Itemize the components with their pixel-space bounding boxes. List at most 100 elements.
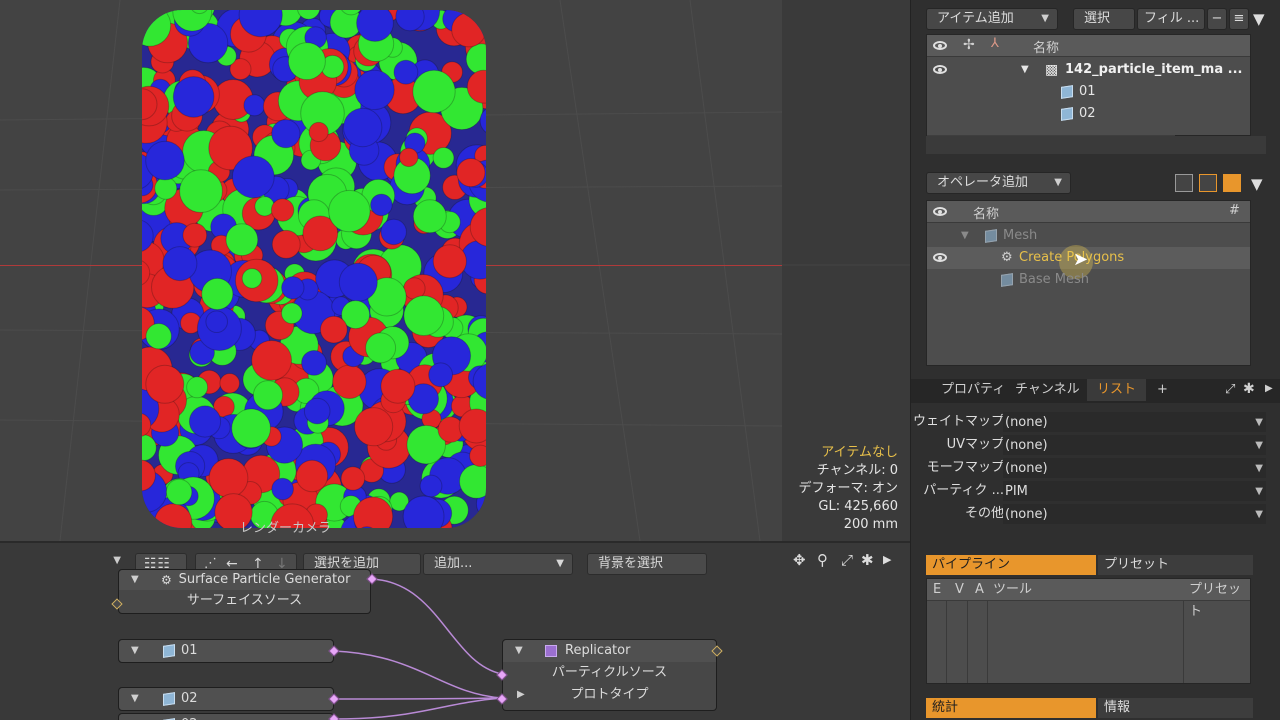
operator-view-icon[interactable] xyxy=(1175,174,1193,192)
node-header[interactable]: ▼ 01 xyxy=(119,640,333,662)
expand-right-icon[interactable]: ▶ xyxy=(1265,383,1273,394)
property-morph-map[interactable]: モーフマップ (none) ▼ xyxy=(911,457,1271,479)
lock-icon[interactable]: ✢ xyxy=(963,37,975,53)
tab-preset[interactable]: プリセット xyxy=(1098,555,1253,575)
name-column-header: 名称 xyxy=(1033,41,1060,56)
tab-list[interactable]: リスト xyxy=(1087,379,1147,401)
node-editor[interactable]: ▼ ☷☷ ⋰ ← ↑ ↓ 選択を追加 追加... ▼ 背景を選択 ✥ ⚲ ⤢ ✱… xyxy=(0,541,910,720)
filter-funnel-icon[interactable]: ▼ xyxy=(1253,10,1265,28)
property-particle-map[interactable]: パーティク ... PIM ▼ xyxy=(911,480,1271,502)
select-button[interactable]: 選択 xyxy=(1073,8,1135,30)
node-header[interactable]: ▼ 02 xyxy=(119,688,333,710)
move-icon[interactable]: ✥ xyxy=(793,551,806,569)
item-list-header: ✢ ⅄ 名称 xyxy=(927,35,1250,57)
expand-icon[interactable]: ⤢ xyxy=(1225,382,1235,397)
tab-statistics[interactable]: 統計 xyxy=(926,698,1096,718)
add-node-dropdown[interactable]: 追加... ▼ xyxy=(423,553,573,575)
node-view-tools[interactable]: ✥ ⚲ ⤢ ✱ ▶ xyxy=(793,551,903,573)
property-label: ウェイトマップ xyxy=(912,414,1004,429)
item-node-01[interactable]: ▼ 01 xyxy=(118,639,334,663)
zoom-icon[interactable]: ⚲ xyxy=(817,551,828,569)
collapse-triangle-icon[interactable]: ▼ xyxy=(131,640,139,662)
tab-properties[interactable]: プロパティ xyxy=(931,379,1015,401)
node-header[interactable]: ▼ Replicator xyxy=(503,640,716,662)
add-operator-dropdown[interactable]: オペレータ追加 ▼ xyxy=(926,172,1071,194)
deformers-text: デフォーマ: オン xyxy=(798,481,898,496)
property-dropdown[interactable]: (none) ▼ xyxy=(1003,458,1266,478)
fit-icon[interactable]: ⤢ xyxy=(841,551,853,569)
expand-triangle-icon[interactable]: ▼ xyxy=(1021,59,1029,81)
node-header[interactable]: ▼ 02 xyxy=(119,714,333,720)
node-title: 02 xyxy=(181,691,198,706)
property-uv-map[interactable]: UVマップ (none) ▼ xyxy=(911,434,1271,456)
collapse-triangle-icon[interactable]: ▼ xyxy=(131,714,139,720)
node-input-row[interactable]: ▶ プロトタイプ xyxy=(503,684,716,706)
node-title: 02 xyxy=(181,714,198,720)
gear-icon: ⚙ xyxy=(1001,250,1013,265)
gear-icon[interactable]: ✱ xyxy=(1243,381,1255,397)
node-header[interactable]: ▼ ⚙ Surface Particle Generator xyxy=(119,570,370,590)
pipeline-header: E V A ツール プリセット xyxy=(927,579,1250,619)
list-button[interactable]: ≡ xyxy=(1229,8,1249,30)
item-row[interactable]: 02 xyxy=(927,103,1250,125)
3d-viewport[interactable]: レンダーカメラ xyxy=(0,0,782,541)
item-row[interactable]: 01 xyxy=(927,81,1250,103)
node-input-label: プロトタイプ xyxy=(570,687,649,702)
operator-row[interactable]: ▼ Mesh xyxy=(927,225,1250,247)
expand-triangle-icon[interactable]: ▼ xyxy=(961,225,969,247)
axis-icon[interactable]: ⅄ xyxy=(991,36,999,51)
property-value: (none) xyxy=(1005,461,1048,476)
operator-row[interactable]: Base Mesh xyxy=(927,269,1250,291)
visibility-eye-icon[interactable] xyxy=(933,207,947,216)
operator-list-icon[interactable] xyxy=(1223,174,1241,192)
property-other[interactable]: その他 (none) ▼ xyxy=(911,503,1271,525)
collapse-button[interactable]: − xyxy=(1207,8,1227,30)
filter-button[interactable]: フィル ... xyxy=(1137,8,1205,30)
item-node-02[interactable]: ▼ 02 xyxy=(118,687,334,711)
scene-clapper-icon: ▩ xyxy=(1045,62,1059,78)
property-dropdown[interactable]: (none) ▼ xyxy=(1003,504,1266,524)
surface-particle-generator-node[interactable]: ▼ ⚙ Surface Particle Generator サーフェイスソース xyxy=(118,569,371,614)
collapse-triangle-icon[interactable]: ▼ xyxy=(131,570,139,590)
property-value: (none) xyxy=(1005,438,1048,453)
node-input-row[interactable]: パーティクルソース xyxy=(503,662,716,684)
pipeline-table[interactable]: E V A ツール プリセット xyxy=(926,578,1251,684)
tab-pipeline[interactable]: パイプライン xyxy=(926,555,1096,575)
channels-text: チャンネル: 0 xyxy=(816,463,898,478)
property-dropdown[interactable]: PIM ▼ xyxy=(1003,481,1266,501)
property-dropdown[interactable]: (none) ▼ xyxy=(1003,412,1266,432)
right-panel: アイテム追加 ▼ 選択 フィル ... − ≡ ▼ ✢ ⅄ 名称 ▼ ▩ 142… xyxy=(910,0,1280,720)
item-name: 02 xyxy=(1079,106,1096,121)
select-background-button[interactable]: 背景を選択 xyxy=(587,553,707,575)
operator-row-selected[interactable]: ⚙ Create Polygons ➤ xyxy=(927,245,1250,279)
visibility-eye-icon[interactable] xyxy=(933,41,947,50)
node-input-row[interactable]: サーフェイスソース xyxy=(119,590,370,612)
node-toolbar-dropdown[interactable]: ▼ xyxy=(0,553,125,575)
visibility-eye-icon[interactable] xyxy=(933,253,947,262)
tab-info[interactable]: 情報 xyxy=(1098,698,1253,718)
add-tab-button[interactable]: + xyxy=(1147,379,1178,401)
collapse-triangle-icon[interactable]: ▼ xyxy=(515,640,523,662)
expand-right-icon[interactable]: ▶ xyxy=(883,553,891,566)
property-label: その他 xyxy=(964,506,1004,521)
item-row[interactable]: ▼ ▩ 142_particle_item_ma ... xyxy=(927,59,1250,81)
gear-icon[interactable]: ✱ xyxy=(861,551,874,569)
add-item-dropdown[interactable]: アイテム追加 ▼ xyxy=(926,8,1058,30)
tab-channels[interactable]: チャンネル xyxy=(1005,379,1090,401)
name-column-header: 名称 xyxy=(973,207,1000,222)
render-camera-label: レンダーカメラ xyxy=(240,521,332,536)
operator-filter-icon[interactable] xyxy=(1199,174,1217,192)
scale-text: 200 mm xyxy=(843,517,898,532)
property-dropdown[interactable]: (none) ▼ xyxy=(1003,435,1266,455)
item-list[interactable]: ✢ ⅄ 名称 ▼ ▩ 142_particle_item_ma ... 01 0… xyxy=(926,34,1251,139)
item-node-03[interactable]: ▼ 02 xyxy=(118,713,334,720)
operator-list[interactable]: 名称 # ▼ Mesh ⚙ Create Polygons ➤ Base Mes… xyxy=(926,200,1251,366)
item-status-text: アイテムなし xyxy=(821,445,898,460)
collapse-triangle-icon[interactable]: ▼ xyxy=(131,688,139,710)
filter-funnel-icon[interactable]: ▼ xyxy=(1251,175,1263,193)
property-value: (none) xyxy=(1005,507,1048,522)
properties-list: ウェイトマップ (none) ▼ UVマップ (none) ▼ モーフマップ (no… xyxy=(911,411,1280,526)
visibility-eye-icon[interactable] xyxy=(933,65,947,74)
replicator-node[interactable]: ▼ Replicator パーティクルソース ▶ プロトタイプ xyxy=(502,639,717,711)
property-weight-map[interactable]: ウェイトマップ (none) ▼ xyxy=(911,411,1271,433)
